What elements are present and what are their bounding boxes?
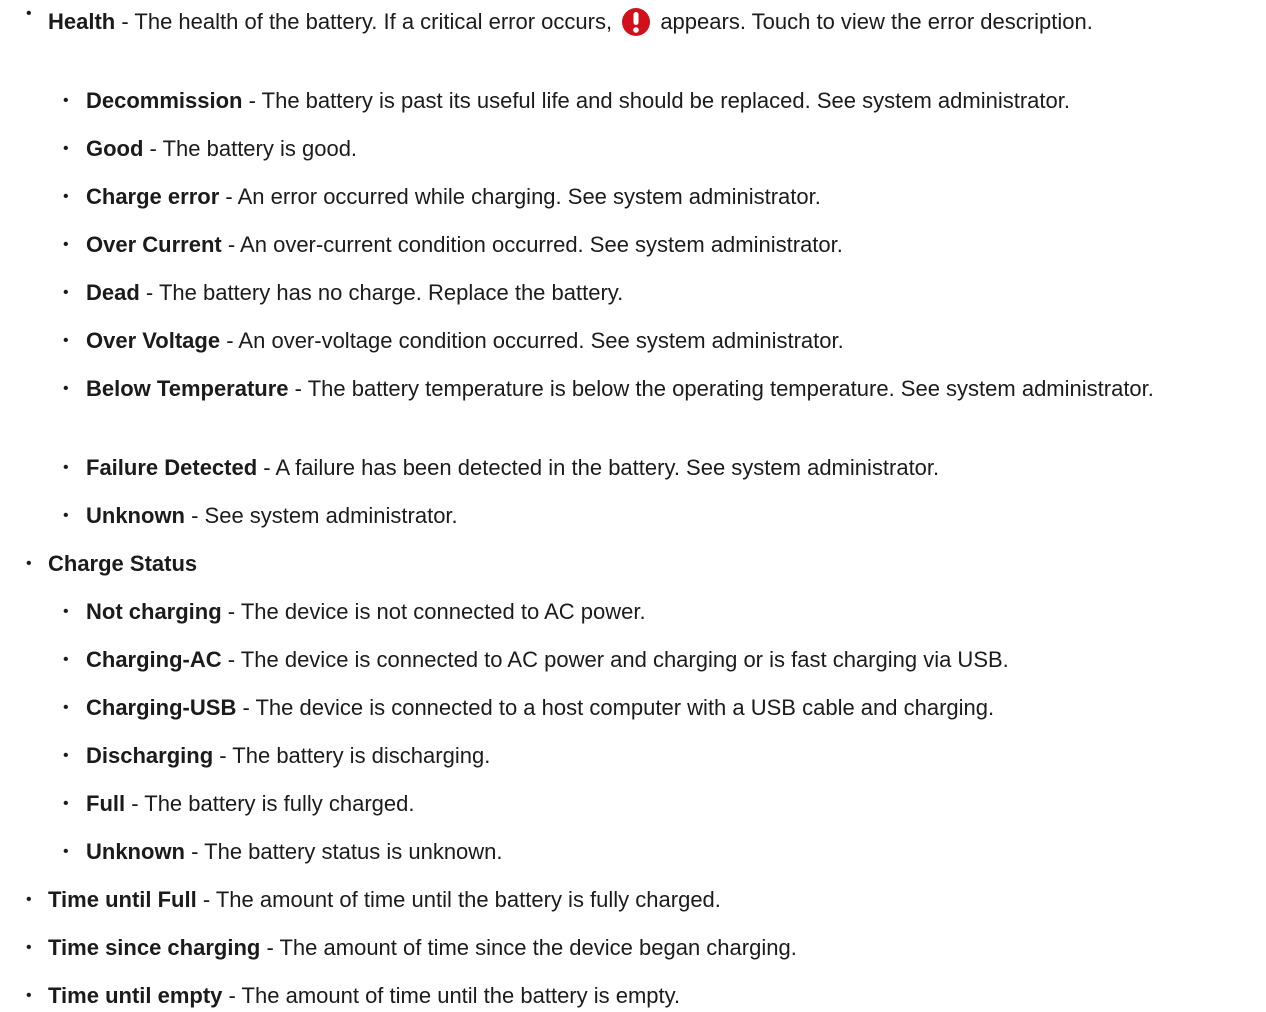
- list-item: • Decommission - The battery is past its…: [0, 85, 1266, 117]
- bullet: •: [26, 891, 32, 908]
- bullet: •: [63, 92, 69, 109]
- list-item: • Over Voltage - An over-voltage conditi…: [0, 325, 1266, 357]
- list-item-time-until-empty: • Time until empty - The amount of time …: [0, 980, 1248, 1012]
- term: Discharging: [86, 743, 214, 768]
- list-item-time-since-charging: • Time since charging - The amount of ti…: [0, 932, 1248, 964]
- term: Unknown: [86, 503, 185, 528]
- list-item: • Charge error - An error occurred while…: [0, 181, 1266, 213]
- list-item: • Not charging - The device is not conne…: [0, 596, 1266, 628]
- list-item-charge-status: • Charge Status: [0, 548, 1248, 580]
- bullet: •: [63, 603, 69, 620]
- health-desc-before: - The health of the battery. If a critic…: [115, 9, 619, 34]
- description: - The amount of time until the battery i…: [196, 887, 721, 912]
- term: Over Current: [86, 232, 222, 257]
- description: - The battery is fully charged.: [125, 791, 415, 816]
- description: - The battery is discharging.: [213, 743, 491, 768]
- bullet: •: [63, 843, 69, 860]
- description: - The amount of time since the device be…: [260, 935, 797, 960]
- term: Over Voltage: [86, 328, 221, 353]
- critical-error-icon: [620, 6, 652, 38]
- bullet: •: [63, 380, 69, 397]
- description: - An over-current condition occurred. Se…: [221, 232, 843, 257]
- term: Time since charging: [48, 935, 261, 960]
- health-desc-after: appears. Touch to view the error descrip…: [654, 9, 1093, 34]
- description: - The amount of time until the battery i…: [222, 983, 681, 1008]
- list-item: • Failure Detected - A failure has been …: [0, 452, 1266, 484]
- list-item: • Discharging - The battery is dischargi…: [0, 740, 1266, 772]
- description: - The battery status is unknown.: [185, 839, 503, 864]
- bullet: •: [26, 939, 32, 956]
- bullet: •: [63, 507, 69, 524]
- bullet: •: [63, 140, 69, 157]
- term: Full: [86, 791, 126, 816]
- list-item: • Charging-AC - The device is connected …: [0, 644, 1266, 676]
- description: - An error occurred while charging. See …: [219, 184, 821, 209]
- bullet: •: [63, 284, 69, 301]
- term: Time until empty: [48, 983, 223, 1008]
- description: - The battery is past its useful life an…: [242, 88, 1070, 113]
- bullet: •: [63, 459, 69, 476]
- bullet: •: [26, 987, 32, 1004]
- term: Charging-USB: [86, 695, 237, 720]
- description: - A failure has been detected in the bat…: [257, 455, 940, 480]
- bullet: •: [63, 332, 69, 349]
- description: - The device is connected to AC power an…: [221, 647, 1009, 672]
- list-item: • Dead - The battery has no charge. Repl…: [0, 277, 1266, 309]
- description: - The device is connected to a host comp…: [236, 695, 995, 720]
- bullet: •: [26, 5, 32, 22]
- bullet: •: [63, 651, 69, 668]
- list-item: • Charging-USB - The device is connected…: [0, 692, 1266, 724]
- description: - The battery is good.: [143, 136, 358, 161]
- description: - The battery has no charge. Replace the…: [139, 280, 624, 305]
- list-item-health: • Health - The health of the battery. If…: [0, 5, 1248, 38]
- list-item: • Unknown - See system administrator.: [0, 500, 1266, 532]
- description: - The device is not connected to AC powe…: [221, 599, 646, 624]
- list-item-time-until-full: • Time until Full - The amount of time u…: [0, 884, 1248, 916]
- list-item: • Full - The battery is fully charged.: [0, 788, 1266, 820]
- term: Failure Detected: [86, 455, 258, 480]
- term: Unknown: [86, 839, 185, 864]
- term: Not charging: [86, 599, 222, 624]
- list-item: • Over Current - An over-current conditi…: [0, 229, 1266, 261]
- term-health: Health: [48, 9, 116, 34]
- term: Charging-AC: [86, 647, 222, 672]
- bullet: •: [26, 555, 32, 572]
- list-item: • Below Temperature - The battery temper…: [0, 373, 1266, 405]
- bullet: •: [63, 747, 69, 764]
- battery-info-document: • Health - The health of the battery. If…: [0, 0, 1266, 1010]
- term: Decommission: [86, 88, 243, 113]
- term: Dead: [86, 280, 140, 305]
- description: - See system administrator.: [185, 503, 458, 528]
- list-item: • Good - The battery is good.: [0, 133, 1266, 165]
- description: - An over-voltage condition occurred. Se…: [220, 328, 844, 353]
- bullet: •: [63, 795, 69, 812]
- bullet: •: [63, 236, 69, 253]
- list-item: • Unknown - The battery status is unknow…: [0, 836, 1266, 868]
- term-charge-status: Charge Status: [48, 551, 198, 576]
- term: Charge error: [86, 184, 220, 209]
- bullet: •: [63, 699, 69, 716]
- description: - The battery temperature is below the o…: [288, 376, 1154, 401]
- bullet: •: [63, 188, 69, 205]
- term: Time until Full: [48, 887, 197, 912]
- term: Below Temperature: [86, 376, 289, 401]
- term: Good: [86, 136, 144, 161]
